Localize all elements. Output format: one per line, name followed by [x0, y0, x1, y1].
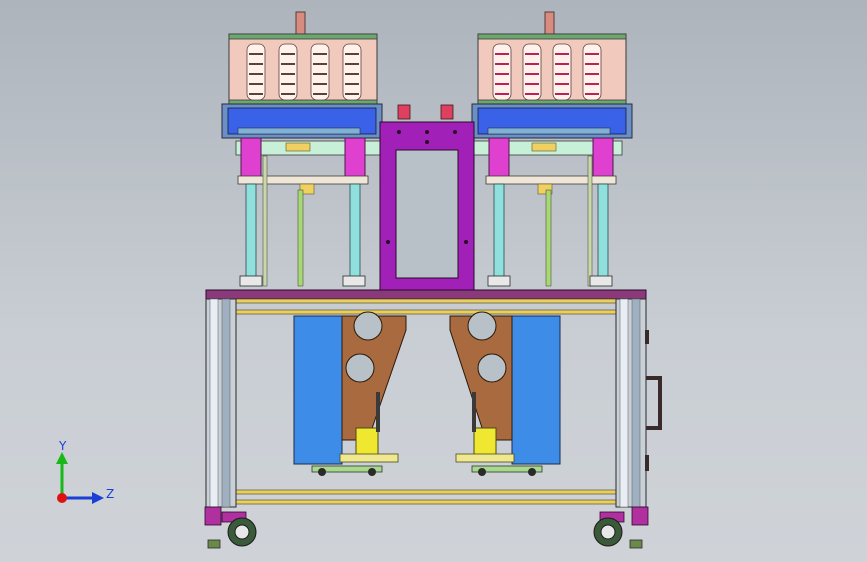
lower-mechanism	[293, 311, 561, 476]
z-axis-label: Z	[106, 487, 114, 501]
axis-triad: Y Z	[56, 440, 114, 504]
machine-model[interactable]	[0, 0, 867, 562]
left-heater-station	[221, 11, 387, 287]
y-axis-label: Y	[58, 440, 67, 453]
y-axis-arrow	[56, 452, 68, 464]
caster-wheels	[221, 511, 625, 547]
z-axis-arrow	[92, 492, 104, 504]
cad-viewport[interactable]: Y Z	[0, 0, 867, 562]
center-mount-plate	[379, 104, 475, 291]
x-axis-dot	[57, 493, 67, 503]
right-heater-station	[471, 11, 633, 287]
base-frame	[204, 289, 662, 549]
